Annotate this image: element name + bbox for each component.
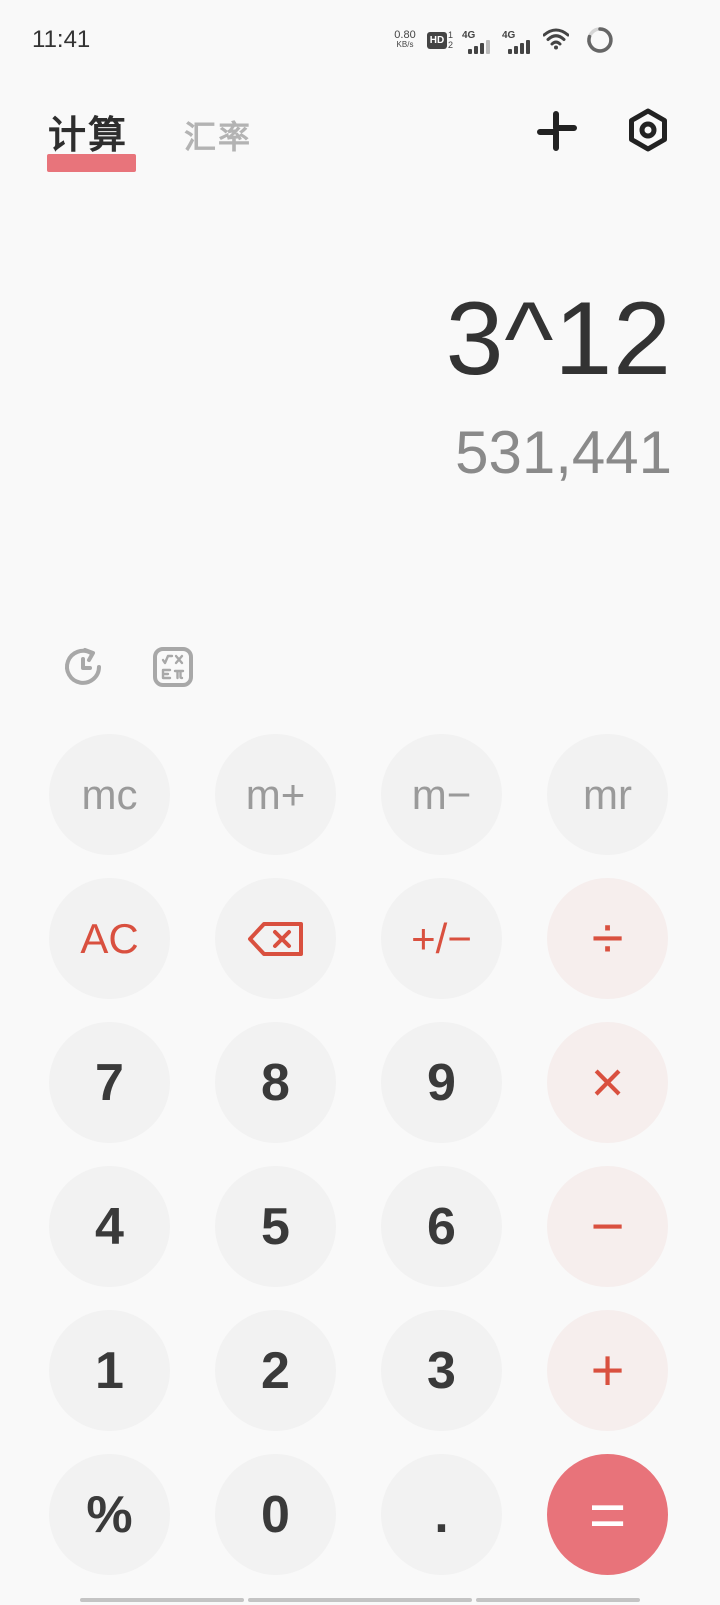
network-speed-value: 0.80	[394, 29, 416, 41]
subtract-button[interactable]: −	[547, 1166, 668, 1287]
tab-exchange-rate[interactable]: 汇率	[184, 112, 252, 158]
digit-3-button[interactable]: 3	[381, 1310, 502, 1431]
status-bar: 11:41 0.80 KB/s HD 1 2 4G 4G	[0, 0, 720, 84]
nav-bar-segment-center	[248, 1598, 472, 1602]
all-clear-button[interactable]: AC	[49, 878, 170, 999]
status-time: 11:41	[32, 26, 91, 53]
minimize-icon[interactable]	[536, 110, 578, 152]
keypad: mc m+ m− mr AC +/− ÷ 7 8 9 × 4 5 6 − 1 2…	[49, 734, 671, 1575]
digit-2-button[interactable]: 2	[215, 1310, 336, 1431]
wifi-icon	[543, 28, 569, 50]
add-button[interactable]: +	[547, 1310, 668, 1431]
tab-active-indicator	[47, 154, 136, 172]
memory-subtract-button[interactable]: m−	[381, 734, 502, 855]
digit-1-button[interactable]: 1	[49, 1310, 170, 1431]
equals-button[interactable]: =	[547, 1454, 668, 1575]
history-icon[interactable]	[63, 646, 105, 688]
settings-icon[interactable]	[626, 108, 670, 152]
hd-sim-index: 1 2	[448, 30, 453, 50]
memory-add-button[interactable]: m+	[215, 734, 336, 855]
nav-bar-segment-right	[476, 1598, 640, 1602]
digit-8-button[interactable]: 8	[215, 1022, 336, 1143]
multiply-button[interactable]: ×	[547, 1022, 668, 1143]
digit-6-button[interactable]: 6	[381, 1166, 502, 1287]
divide-button[interactable]: ÷	[547, 878, 668, 999]
digit-4-button[interactable]: 4	[49, 1166, 170, 1287]
hd-voice-icon: HD	[427, 32, 447, 49]
digit-5-button[interactable]: 5	[215, 1166, 336, 1287]
digit-7-button[interactable]: 7	[49, 1022, 170, 1143]
memory-recall-button[interactable]: mr	[547, 734, 668, 855]
battery-ring-icon	[587, 27, 613, 53]
tab-calculator[interactable]: 计算	[48, 104, 128, 159]
hd-sim-bottom: 2	[448, 40, 454, 50]
hd-sim-top: 1	[448, 30, 454, 40]
digit-0-button[interactable]: 0	[215, 1454, 336, 1575]
backspace-button[interactable]	[215, 878, 336, 999]
scientific-mode-icon[interactable]	[152, 646, 194, 688]
percent-button[interactable]: %	[49, 1454, 170, 1575]
digit-9-button[interactable]: 9	[381, 1022, 502, 1143]
expression-display: 3^12	[445, 281, 672, 397]
result-display: 531,441	[455, 419, 672, 486]
network-speed-unit: KB/s	[396, 40, 414, 49]
plus-minus-button[interactable]: +/−	[381, 878, 502, 999]
decimal-point-button[interactable]: .	[381, 1454, 502, 1575]
backspace-icon	[247, 921, 303, 956]
memory-clear-button[interactable]: mc	[49, 734, 170, 855]
network-speed: 0.80 KB/s	[390, 30, 420, 50]
nav-bar-segment-left	[80, 1598, 244, 1602]
